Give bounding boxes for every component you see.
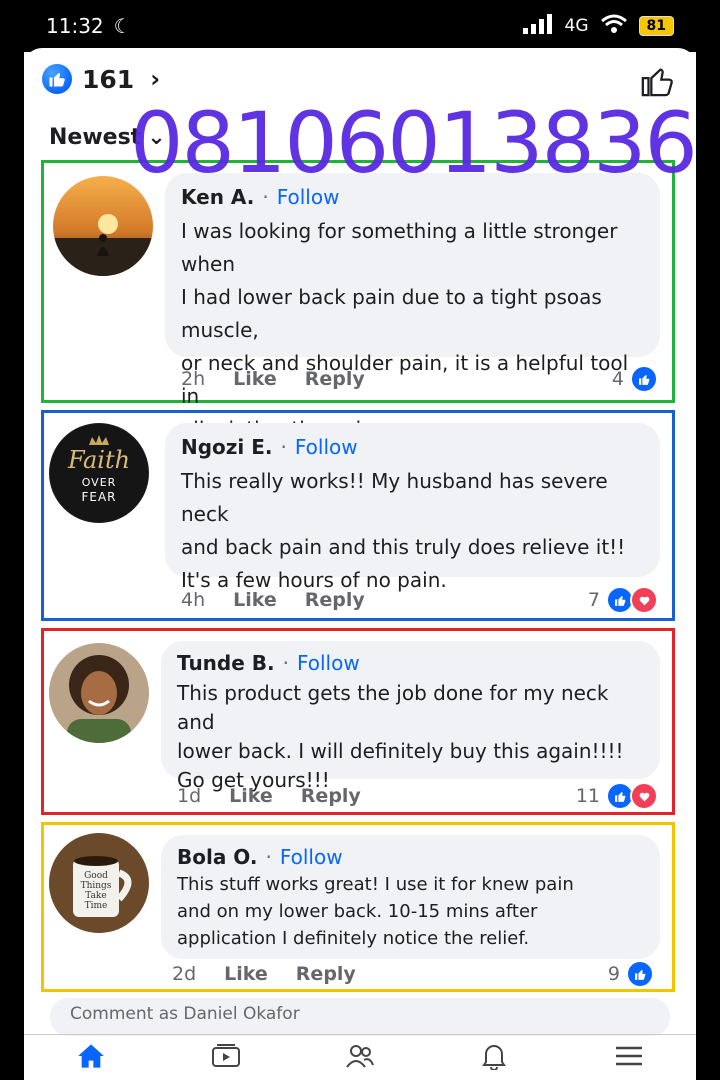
reactions-summary-header[interactable]: 161 › — [42, 64, 160, 94]
device-bezel-right — [696, 0, 720, 1080]
battery-indicator: 81 — [638, 16, 674, 36]
watermark-phone-number: 08106013836 — [130, 94, 696, 192]
comment-text: This product gets the job done for my ne… — [177, 679, 644, 795]
like-button[interactable]: Like — [233, 589, 277, 611]
comment-timestamp: 4h — [181, 589, 206, 611]
love-reaction-icon — [630, 586, 658, 614]
comment-timestamp: 2d — [172, 963, 197, 985]
avatar-text: Good — [84, 871, 108, 881]
nav-video[interactable] — [196, 1044, 256, 1072]
reaction-count: 7 — [587, 589, 600, 611]
comment-bubble: Bola O. · Follow This stuff works great!… — [161, 835, 660, 959]
comment-line: I had lower back pain due to a tight pso… — [181, 285, 602, 342]
follow-button[interactable]: Follow — [295, 435, 358, 459]
comment-line: This really works!! My husband has sever… — [181, 469, 608, 526]
follow-button[interactable]: Follow — [297, 651, 360, 675]
network-type: 4G — [564, 16, 589, 36]
reply-button[interactable]: Reply — [301, 785, 361, 807]
comment-highlight-box: Faith OVER FEAR Ngozi E. · Follow This r… — [41, 410, 675, 621]
comment-line: application I definitely notice the reli… — [177, 928, 530, 949]
avatar: Good Things Take Time — [49, 833, 149, 933]
avatar-text: FEAR — [81, 490, 117, 504]
commenter-name[interactable]: Tunde B. — [177, 651, 275, 675]
separator-dot: · — [265, 845, 272, 869]
reply-button[interactable]: Reply — [305, 589, 365, 611]
friends-icon — [345, 1043, 375, 1073]
follow-button[interactable]: Follow — [280, 845, 343, 869]
bell-icon — [481, 1042, 507, 1074]
bottom-navigation — [24, 1034, 696, 1080]
comment-timestamp: 2h — [181, 368, 206, 390]
avatar-text: Faith — [67, 446, 131, 474]
commenter-name[interactable]: Bola O. — [177, 845, 257, 869]
comment-actions: 2d Like Reply — [172, 963, 356, 985]
avatar-text: Things — [80, 881, 112, 891]
chevron-right-icon: › — [150, 65, 161, 93]
nav-notifications[interactable] — [464, 1042, 524, 1074]
home-icon — [77, 1043, 105, 1073]
avatar: Faith OVER FEAR — [49, 423, 149, 523]
menu-icon — [615, 1045, 643, 1071]
comment-input[interactable]: Comment as Daniel Okafor — [50, 998, 670, 1036]
comment-line: and on my lower back. 10-15 mins after — [177, 901, 538, 922]
comment-actions: 1d Like Reply — [177, 785, 361, 807]
comment-actions: 4h Like Reply — [181, 589, 365, 611]
comment-reactions[interactable]: 7 — [588, 586, 658, 614]
comment-reactions[interactable]: 4 — [612, 365, 658, 393]
comment-bubble: Ngozi E. · Follow This really works!! My… — [165, 423, 660, 592]
device-bezel-left — [0, 0, 24, 1080]
like-reaction-icon — [42, 64, 72, 94]
comment-text: This really works!! My husband has sever… — [181, 465, 644, 597]
comment-highlight-box: Tunde B. · Follow This product gets the … — [41, 628, 675, 815]
video-icon — [211, 1044, 241, 1072]
like-button[interactable]: Like — [224, 963, 268, 985]
signal-icon — [522, 13, 553, 39]
comment-bubble: Ken A. · Follow I was looking for someth… — [165, 173, 660, 441]
like-reaction-icon — [630, 365, 658, 393]
like-button[interactable]: Like — [233, 368, 277, 390]
comment-line: This stuff works great! I use it for kne… — [177, 874, 574, 895]
nav-home[interactable] — [61, 1043, 121, 1073]
avatar-text: Take — [85, 891, 107, 901]
wifi-icon — [600, 14, 627, 39]
sort-label: Newest — [49, 125, 142, 150]
separator-dot: · — [280, 435, 287, 459]
avatar — [49, 643, 149, 743]
comments-screen: 161 › Newest ⌄ 08106013836 Ken A. · Foll… — [24, 48, 696, 1080]
reaction-count: 9 — [607, 963, 620, 985]
separator-dot: · — [282, 651, 289, 675]
comment-line: I was looking for something a little str… — [181, 219, 618, 276]
commenter-name[interactable]: Ngozi E. — [181, 435, 273, 459]
comment-reactions[interactable]: 9 — [608, 960, 654, 988]
like-button[interactable]: Like — [229, 785, 273, 807]
comment-highlight-box: Ken A. · Follow I was looking for someth… — [41, 160, 675, 441]
nav-friends[interactable] — [330, 1043, 390, 1073]
reaction-count: 161 — [82, 64, 135, 94]
reaction-count: 4 — [611, 368, 624, 390]
comment-line: This product gets the job done for my ne… — [177, 681, 609, 734]
status-bar: 11:32 ☾ 4G 81 — [24, 0, 696, 52]
comment-timestamp: 1d — [177, 785, 202, 807]
comment-highlight-box: Good Things Take Time Bola O. · Follow T… — [41, 822, 675, 992]
comment-reactions[interactable]: 11 — [576, 782, 658, 810]
comment-line: lower back. I will definitely buy this a… — [177, 739, 624, 763]
love-reaction-icon — [630, 782, 658, 810]
reply-button[interactable]: Reply — [305, 368, 365, 390]
comment-line: and back pain and this truly does reliev… — [181, 535, 626, 559]
moon-icon: ☾ — [113, 14, 132, 38]
reply-button[interactable]: Reply — [296, 963, 356, 985]
like-reaction-icon — [626, 960, 654, 988]
comment-text: This stuff works great! I use it for kne… — [177, 871, 644, 952]
reaction-count: 11 — [575, 785, 600, 807]
nav-menu[interactable] — [599, 1045, 659, 1071]
avatar-text: OVER — [81, 476, 117, 489]
clock: 11:32 — [46, 14, 104, 38]
comment-actions: 2h Like Reply — [181, 368, 365, 390]
avatar-mug-text: Good Things Take Time — [79, 871, 113, 911]
avatar-text: Time — [84, 901, 108, 911]
comment-bubble: Tunde B. · Follow This product gets the … — [161, 641, 660, 792]
